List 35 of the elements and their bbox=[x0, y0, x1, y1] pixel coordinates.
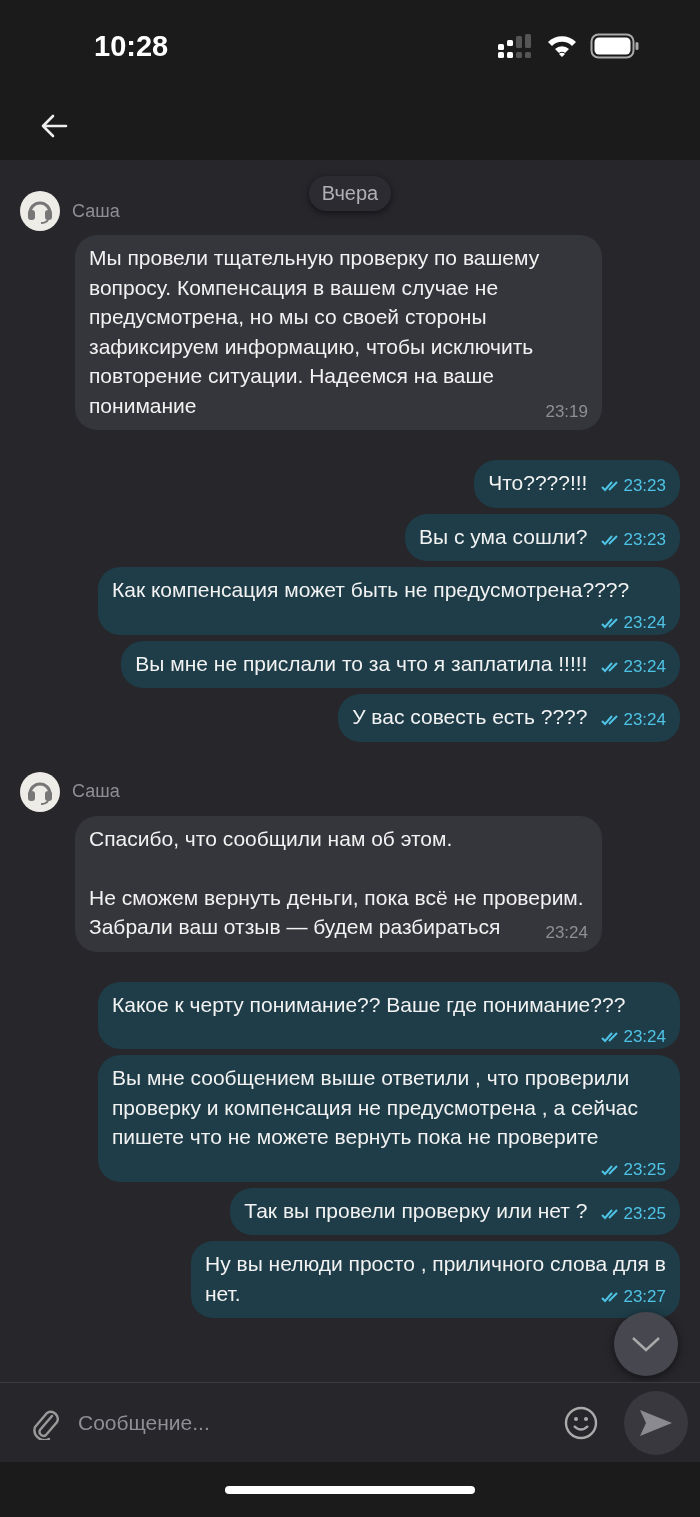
message-time: 23:27 bbox=[623, 1286, 666, 1307]
message-time: 23:23 bbox=[623, 476, 666, 496]
message-time: 23:24 bbox=[545, 922, 588, 944]
message-time: 23:23 bbox=[623, 529, 666, 550]
message-time: 23:24 bbox=[623, 656, 666, 677]
emoji-icon[interactable] bbox=[564, 1405, 598, 1440]
message-bubble: Какое к черту понимание?? Ваше где понимание??? 23:24 bbox=[98, 981, 680, 1049]
message-bubble: Спасибо, что сообщили нам об этом. Не сможем вернуть деньги, пока всё не проверим. Забрали ваш отзыв — будем разбираться 23:24 bbox=[75, 815, 602, 952]
chevron-down-icon bbox=[631, 1336, 661, 1352]
sender-name: Саша bbox=[72, 781, 120, 802]
message-time: 23:24 bbox=[623, 1027, 666, 1047]
message-time: 23:24 bbox=[623, 710, 666, 730]
send-icon bbox=[639, 1408, 673, 1437]
avatar-headset-icon bbox=[20, 771, 60, 812]
message-time: 23:19 bbox=[545, 400, 588, 423]
message-time: 23:25 bbox=[623, 1159, 666, 1180]
message-bubble: Что????!!! 23:23 bbox=[474, 460, 680, 508]
signal-icon bbox=[498, 34, 534, 58]
wifi-icon bbox=[546, 34, 578, 58]
message-bubble: Вы мне не прислали то за что я заплатила !!!!! 23:24 bbox=[121, 640, 680, 688]
message-bubble: Так вы провели проверку или нет ? 23:25 bbox=[230, 1187, 680, 1235]
message-bubble: Мы провели тщательную проверку по вашему вопросу. Компенсация в вашем случае не предусмотрена, но мы со своей стороны зафиксируем информацию, чтобы исключить повторение ситуации. Надеемся на ваше понимание 23:19 bbox=[75, 235, 602, 430]
sender-name: Саша bbox=[72, 200, 120, 222]
message-time: 23:25 bbox=[623, 1203, 666, 1224]
scroll-down-button[interactable] bbox=[614, 1312, 678, 1376]
message-bubble: Как компенсация может быть не предусмотрена???? 23:24 bbox=[98, 567, 680, 635]
avatar-headset-icon bbox=[20, 191, 60, 231]
status-time: 10:28 bbox=[94, 29, 169, 63]
message-bubble: У вас совесть есть ???? 23:24 bbox=[338, 694, 680, 742]
message-bubble: Вы мне сообщением выше ответили , что проверили проверку и компенсация не предусмотрена , а сейчас пишете что не можете вернуть пока не проверите 23:25 bbox=[98, 1055, 680, 1182]
date-chip: Вчера bbox=[308, 176, 392, 211]
battery-icon bbox=[590, 33, 640, 59]
message-bubble: Ну вы нелюди просто , приличного слова для в нет. 23:27 bbox=[191, 1241, 680, 1318]
message-time: 23:24 bbox=[623, 612, 666, 633]
message-bubble: Вы с ума сошли? 23:23 bbox=[405, 513, 680, 561]
